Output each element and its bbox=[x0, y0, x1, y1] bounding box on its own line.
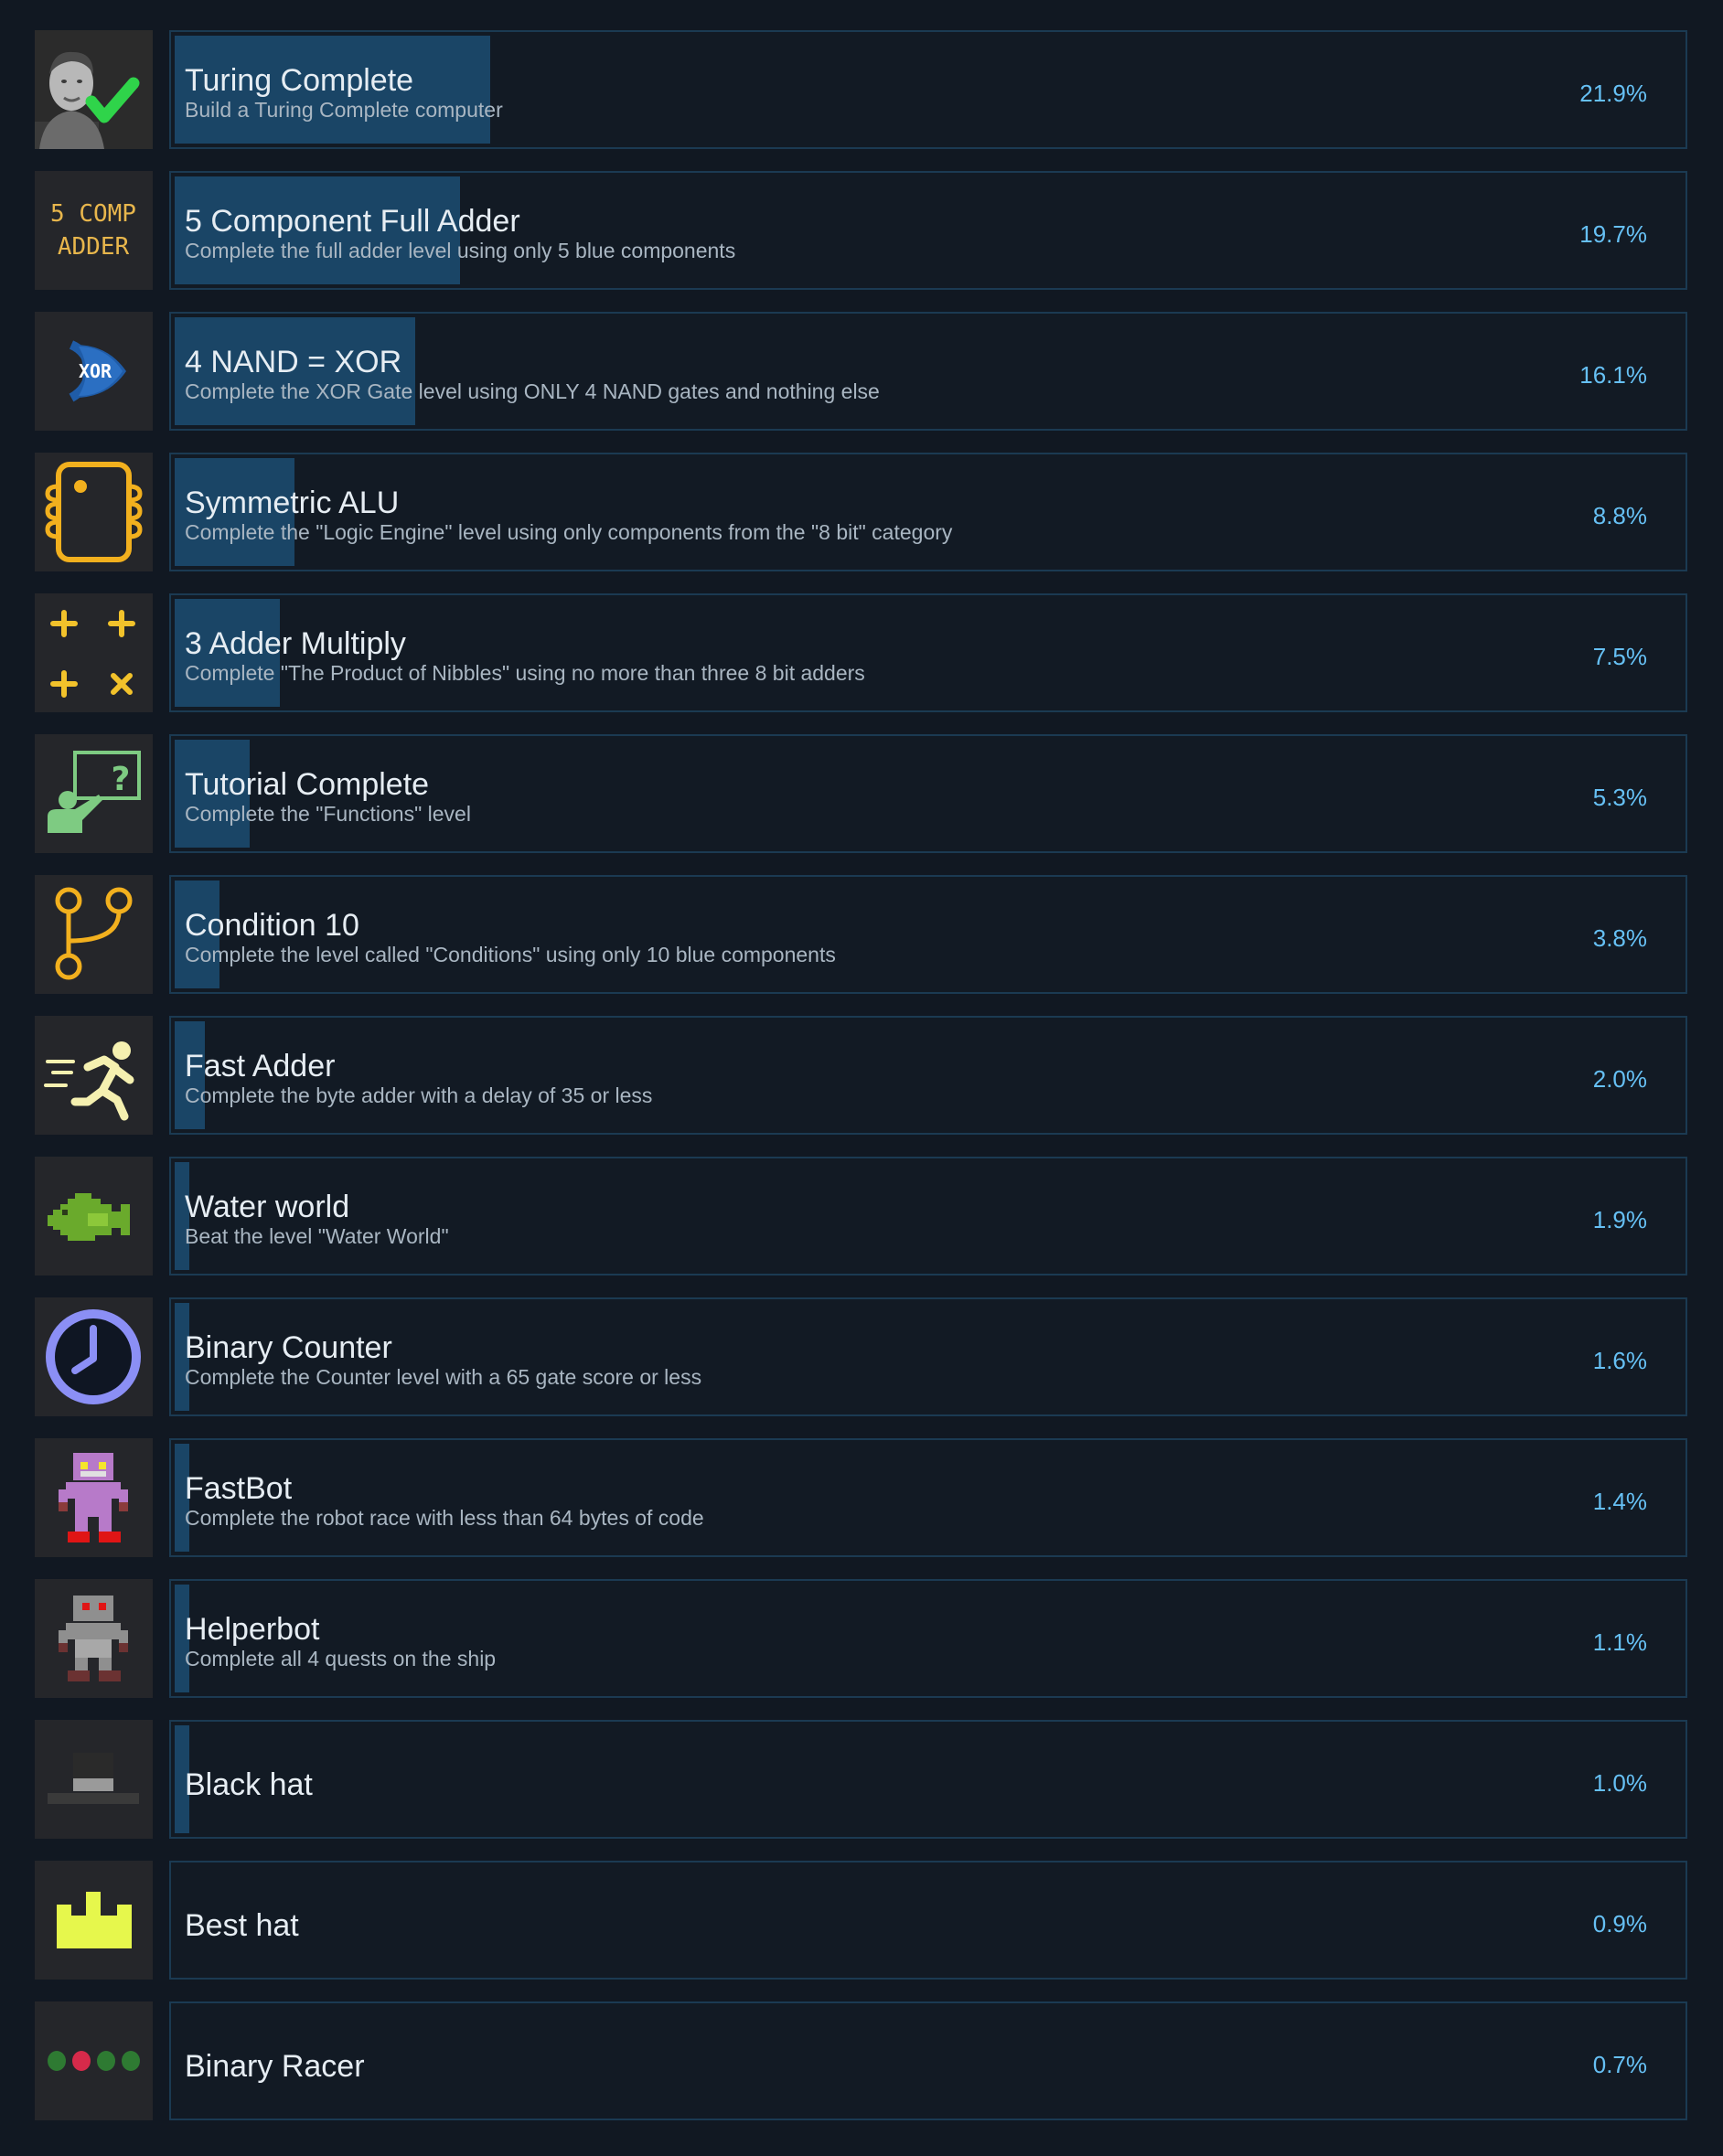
achievement-description: Complete the XOR Gate level using ONLY 4… bbox=[185, 379, 880, 403]
achievement-title: Binary Racer bbox=[185, 2049, 365, 2084]
achievement-description: Complete the Counter level with a 65 gat… bbox=[185, 1365, 702, 1389]
achievement-percent: 21.9% bbox=[1579, 80, 1647, 107]
plus-plus-plus-times-icon bbox=[35, 593, 153, 712]
achievement-percent: 1.4% bbox=[1592, 1488, 1647, 1515]
icon-text-line-2: ADDER bbox=[58, 233, 130, 261]
achievement-title: Best hat bbox=[185, 1908, 299, 1943]
achievement-description: Complete all 4 quests on the ship bbox=[185, 1647, 497, 1670]
branch-icon bbox=[35, 875, 153, 994]
achievement-description: Beat the level "Water World" bbox=[185, 1224, 449, 1248]
icon-text-line-1: 5 COMP bbox=[50, 200, 136, 228]
achievement-panel: Black hat 1.0% bbox=[169, 1720, 1687, 1839]
achievement-title: 3 Adder Multiply bbox=[185, 626, 406, 661]
achievement-panel: Helperbot Complete all 4 quests on the s… bbox=[169, 1579, 1687, 1698]
achievement-title: 4 NAND = XOR bbox=[185, 345, 402, 379]
achievement-description: Build a Turing Complete computer bbox=[185, 98, 503, 122]
achievement-percent: 2.0% bbox=[1592, 1065, 1647, 1093]
green-fish-icon bbox=[35, 1157, 153, 1275]
grey-robot-icon bbox=[35, 1579, 153, 1698]
achievement-row[interactable]: Black hat 1.0% bbox=[35, 1720, 1687, 1839]
achievement-percent: 16.1% bbox=[1579, 361, 1647, 389]
achievement-panel: FastBot Complete the robot race with les… bbox=[169, 1438, 1687, 1557]
turing-portrait-checkmark-icon bbox=[35, 30, 153, 149]
achievement-description: Complete the full adder level using only… bbox=[185, 239, 736, 262]
achievement-panel: 4 NAND = XOR Complete the XOR Gate level… bbox=[169, 312, 1687, 431]
svg-text:?: ? bbox=[112, 761, 131, 798]
achievement-title: Symmetric ALU bbox=[185, 486, 400, 520]
achievement-row[interactable]: FastBot Complete the robot race with les… bbox=[35, 1438, 1687, 1557]
teacher-board-question-icon: ? bbox=[35, 734, 153, 853]
achievement-percent: 1.1% bbox=[1592, 1628, 1647, 1656]
achievement-row[interactable]: Binary Counter Complete the Counter leve… bbox=[35, 1297, 1687, 1416]
achievement-percent: 19.7% bbox=[1579, 220, 1647, 248]
achievement-title: Fast Adder bbox=[185, 1049, 336, 1083]
achievement-row[interactable]: Binary Racer 0.7% bbox=[35, 2001, 1687, 2120]
achievement-panel: 3 Adder Multiply Complete "The Product o… bbox=[169, 593, 1687, 712]
achievement-title: Binary Counter bbox=[185, 1330, 392, 1365]
achievement-row[interactable]: Fast Adder Complete the byte adder with … bbox=[35, 1016, 1687, 1135]
achievement-description: Complete "The Product of Nibbles" using … bbox=[185, 661, 865, 685]
achievement-panel: Turing Complete Build a Turing Complete … bbox=[169, 30, 1687, 149]
achievement-row[interactable]: Symmetric ALU Complete the "Logic Engine… bbox=[35, 453, 1687, 571]
achievement-title: Condition 10 bbox=[185, 908, 359, 943]
running-person-icon bbox=[35, 1016, 153, 1135]
chip-icon bbox=[35, 453, 153, 571]
black-hat-icon bbox=[35, 1720, 153, 1839]
achievement-panel: 5 Component Full Adder Complete the full… bbox=[169, 171, 1687, 290]
achievement-percent: 0.7% bbox=[1592, 2051, 1647, 2078]
achievement-title: Helperbot bbox=[185, 1612, 320, 1647]
icon-text: XOR bbox=[79, 360, 112, 382]
achievement-percent: 1.9% bbox=[1592, 1206, 1647, 1233]
achievement-title: Water world bbox=[185, 1190, 350, 1224]
achievement-row[interactable]: ? Tutorial Complete Complete the "Functi… bbox=[35, 734, 1687, 853]
achievement-panel: Best hat 0.9% bbox=[169, 1861, 1687, 1980]
achievement-description: Complete the "Functions" level bbox=[185, 802, 471, 826]
race-lights-icon bbox=[35, 2001, 153, 2120]
achievement-panel: Symmetric ALU Complete the "Logic Engine… bbox=[169, 453, 1687, 571]
achievement-percent: 3.8% bbox=[1592, 924, 1647, 952]
achievement-row[interactable]: Condition 10 Complete the level called "… bbox=[35, 875, 1687, 994]
achievement-title: FastBot bbox=[185, 1471, 293, 1506]
achievement-panel: Binary Racer 0.7% bbox=[169, 2001, 1687, 2120]
achievement-row[interactable]: Turing Complete Build a Turing Complete … bbox=[35, 30, 1687, 149]
xor-gate-icon: XOR bbox=[35, 312, 153, 431]
achievement-panel: Condition 10 Complete the level called "… bbox=[169, 875, 1687, 994]
achievement-panel: Fast Adder Complete the byte adder with … bbox=[169, 1016, 1687, 1135]
achievement-description: Complete the robot race with less than 6… bbox=[185, 1506, 704, 1530]
achievement-title: Tutorial Complete bbox=[185, 767, 430, 802]
crown-icon bbox=[35, 1861, 153, 1980]
achievement-percent: 1.6% bbox=[1592, 1347, 1647, 1374]
achievement-panel: Water world Beat the level "Water World"… bbox=[169, 1157, 1687, 1275]
achievement-description: Complete the byte adder with a delay of … bbox=[185, 1083, 653, 1107]
achievement-percent: 8.8% bbox=[1592, 502, 1647, 529]
achievement-title: Black hat bbox=[185, 1767, 313, 1802]
achievement-title: 5 Component Full Adder bbox=[185, 204, 520, 239]
achievement-panel: Binary Counter Complete the Counter leve… bbox=[169, 1297, 1687, 1416]
achievement-row[interactable]: XOR 4 NAND = XOR Complete the XOR Gate l… bbox=[35, 312, 1687, 431]
achievement-row[interactable]: 5 COMP ADDER 5 Component Full Adder Comp… bbox=[35, 171, 1687, 290]
achievement-row[interactable]: Helperbot Complete all 4 quests on the s… bbox=[35, 1579, 1687, 1698]
5-comp-adder-icon: 5 COMP ADDER bbox=[35, 171, 153, 290]
clock-icon bbox=[35, 1297, 153, 1416]
achievement-percent: 5.3% bbox=[1592, 784, 1647, 811]
achievement-row[interactable]: Best hat 0.9% bbox=[35, 1861, 1687, 1980]
achievement-row[interactable]: 3 Adder Multiply Complete "The Product o… bbox=[35, 593, 1687, 712]
achievement-percent: 0.9% bbox=[1592, 1910, 1647, 1937]
achievement-percent: 7.5% bbox=[1592, 643, 1647, 670]
achievement-panel: Tutorial Complete Complete the "Function… bbox=[169, 734, 1687, 853]
achievement-description: Complete the "Logic Engine" level using … bbox=[185, 520, 953, 544]
achievement-percent: 1.0% bbox=[1592, 1769, 1647, 1797]
achievement-title: Turing Complete bbox=[185, 63, 414, 98]
purple-robot-icon bbox=[35, 1438, 153, 1557]
achievement-description: Complete the level called "Conditions" u… bbox=[185, 943, 836, 966]
achievement-row[interactable]: Water world Beat the level "Water World"… bbox=[35, 1157, 1687, 1275]
